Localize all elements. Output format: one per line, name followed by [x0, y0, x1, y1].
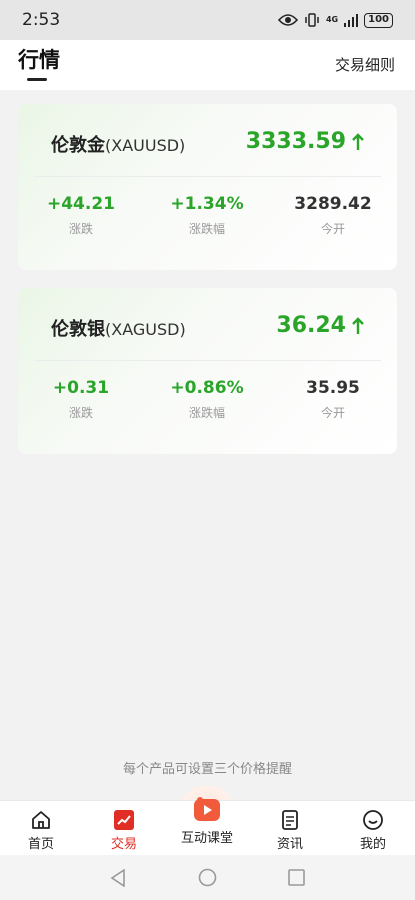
trade-icon — [114, 810, 134, 830]
quote-card-silver[interactable]: 伦敦银(XAGUSD) 36.24 +0.31 涨跌 +0.86% 涨跌幅 35.9… — [18, 288, 397, 454]
card-divider — [34, 176, 381, 177]
instrument-name: 伦敦金(XAUUSD) — [51, 131, 185, 157]
arrow-up-icon — [352, 132, 364, 150]
quote-card-gold[interactable]: 伦敦金(XAUUSD) 3333.59 +44.21 涨跌 +1.34% 涨跌幅 3… — [18, 104, 397, 270]
tab-label: 资讯 — [276, 837, 303, 852]
home-icon — [32, 811, 50, 829]
percent-value: +1.34% — [170, 194, 244, 214]
arrow-up-icon — [352, 316, 364, 334]
instrument-name-label: 伦敦金 — [51, 135, 105, 156]
page-title: 行情 — [18, 48, 60, 72]
instrument-name: 伦敦银(XAGUSD) — [51, 315, 186, 341]
instrument-code: (XAUUSD) — [105, 136, 186, 155]
percent-label: 涨跌幅 — [188, 406, 225, 420]
instrument-code: (XAGUSD) — [105, 320, 186, 339]
back-icon[interactable] — [110, 869, 126, 887]
price-display: 3333.59 — [246, 129, 364, 154]
tab-home[interactable]: 首页 — [6, 809, 76, 852]
status-icons: 4G 100 — [277, 11, 393, 29]
stat-percent: +0.86% 涨跌幅 — [152, 378, 262, 421]
status-bar: 2:53 4G 100 — [0, 0, 415, 40]
news-icon — [282, 810, 298, 830]
battery-indicator: 100 — [364, 12, 393, 28]
page-header: 行情 交易细则 — [0, 40, 415, 90]
vibrate-icon — [305, 13, 319, 27]
stat-open: 3289.42 今开 — [278, 194, 388, 237]
eye-icon — [277, 14, 298, 26]
stat-change: +44.21 涨跌 — [26, 194, 136, 237]
profile-icon — [363, 810, 383, 830]
change-value: +44.21 — [46, 194, 116, 214]
tab-label: 首页 — [27, 837, 54, 852]
stat-change: +0.31 涨跌 — [26, 378, 136, 421]
open-label: 今开 — [320, 406, 345, 420]
percent-label: 涨跌幅 — [188, 222, 225, 236]
network-type: 4G — [325, 15, 339, 24]
instrument-name-label: 伦敦银 — [51, 319, 105, 340]
change-label: 涨跌 — [68, 406, 93, 420]
open-label: 今开 — [320, 222, 345, 236]
title-underline — [27, 78, 47, 81]
signal-icon — [344, 14, 359, 27]
price-value: 36.24 — [276, 313, 346, 338]
open-value: 35.95 — [306, 378, 360, 398]
change-label: 涨跌 — [68, 222, 93, 236]
stat-open: 35.95 今开 — [278, 378, 388, 421]
change-value: +0.31 — [52, 378, 110, 398]
recents-icon[interactable] — [288, 869, 305, 886]
video-class-icon — [194, 797, 220, 821]
price-value: 3333.59 — [245, 129, 346, 154]
status-time: 2:53 — [22, 10, 61, 30]
card-divider — [34, 360, 381, 361]
home-circle-icon[interactable] — [198, 868, 217, 887]
tab-label: 我的 — [359, 837, 386, 852]
open-value: 3289.42 — [294, 194, 372, 214]
price-display: 36.24 — [276, 313, 364, 338]
tab-profile[interactable]: 我的 — [338, 809, 408, 852]
price-alert-hint: 每个产品可设置三个价格提醒 — [122, 762, 292, 777]
tab-news[interactable]: 资讯 — [255, 809, 325, 852]
tab-label: 互动课堂 — [180, 831, 233, 846]
bottom-tab-bar: 首页 交易 互动课堂 资讯 我的 — [0, 797, 415, 855]
percent-value: +0.86% — [170, 378, 244, 398]
tab-trade[interactable]: 交易 — [89, 809, 159, 852]
stat-percent: +1.34% 涨跌幅 — [152, 194, 262, 237]
tab-interactive-class[interactable]: 互动课堂 — [172, 797, 242, 846]
trading-rules-link[interactable]: 交易细则 — [335, 54, 395, 75]
tab-label: 交易 — [110, 837, 137, 852]
system-nav-bar — [0, 855, 415, 900]
